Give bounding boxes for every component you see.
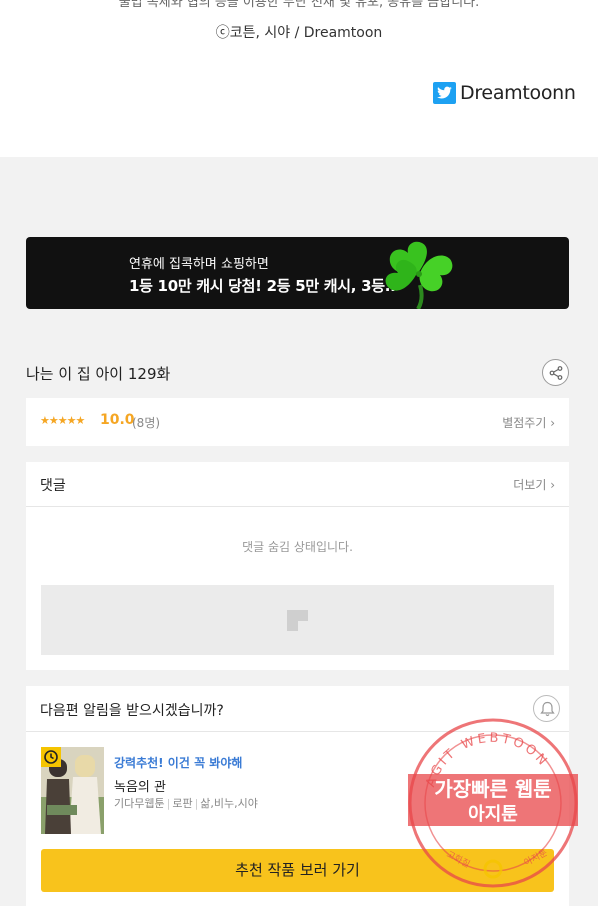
rating-bar: ★★★★★ 10.0 (8명) 별점주기 › [26,398,569,446]
copyright-line: ⓒ코튼, 시야 / Dreamtoon [215,25,383,41]
share-button[interactable] [542,359,569,386]
rating-score: 10.0 [100,412,135,428]
clover-icon [385,241,453,309]
genre-tag: 기다무웹툰 [114,797,165,810]
ad-placeholder[interactable] [41,585,554,655]
notify-question: 다음편 알림을 받으시겠습니까? [40,703,224,719]
recommend-thumbnail[interactable] [41,747,104,834]
comments-more-button[interactable]: 더보기 › [513,476,555,493]
comments-hidden-notice: 댓글 숨김 상태입니다. [242,540,353,554]
see-recommendation-button[interactable]: 추천 작품 보러 가기 [41,849,554,892]
twitter-icon [433,82,456,104]
event-banner[interactable]: 연휴에 집콕하며 쇼핑하면 1등 10만 캐시 당첨! 2등 5만 캐시, 3등… [26,237,569,309]
comments-section: 댓글 더보기 › 댓글 숨김 상태입니다. [26,462,569,670]
notify-section: 다음편 알림을 받으시겠습니까? 강력추천! 이건 꼭 봐야해 녹음의 관 기다… [26,686,569,906]
bell-icon [540,701,555,717]
twitter-link[interactable]: Dreamtoonn [433,82,576,104]
recommend-genres: 기다무웹툰 | 로판 | 삶,비누,시야 [114,797,258,810]
image-placeholder-icon [287,610,308,631]
recommend-title[interactable]: 녹음의 관 [114,776,166,795]
copyright-notice: 불법 복제와 협의 등을 이용한 무단 전재 및 유포, 공유를 금합니다. [118,0,480,10]
banner-line-2: 1등 10만 캐시 당첨! 2등 5만 캐시, 3등.. [129,277,396,295]
rating-count: (8명) [132,416,161,430]
share-icon [549,366,563,380]
credits-section: 불법 복제와 협의 등을 이용한 무단 전재 및 유포, 공유를 금합니다. ⓒ… [0,0,598,157]
recommend-tagline: 강력추천! 이건 꼭 봐야해 [114,756,243,770]
twitter-handle: Dreamtoonn [460,82,576,104]
give-rating-button[interactable]: 별점주기 › [502,414,555,431]
genre-tag: 로판 [172,797,193,810]
divider [26,506,569,507]
clock-icon [41,747,61,767]
comments-header: 댓글 [40,478,66,494]
episode-title: 나는 이 집 아이 129화 [26,365,171,383]
divider [26,731,569,732]
banner-line-1: 연휴에 집콕하며 쇼핑하면 [129,257,269,272]
genre-tag: 삶,비누,시야 [200,797,258,810]
notify-bell-button[interactable] [533,695,560,722]
star-rating: ★★★★★ [40,414,85,427]
